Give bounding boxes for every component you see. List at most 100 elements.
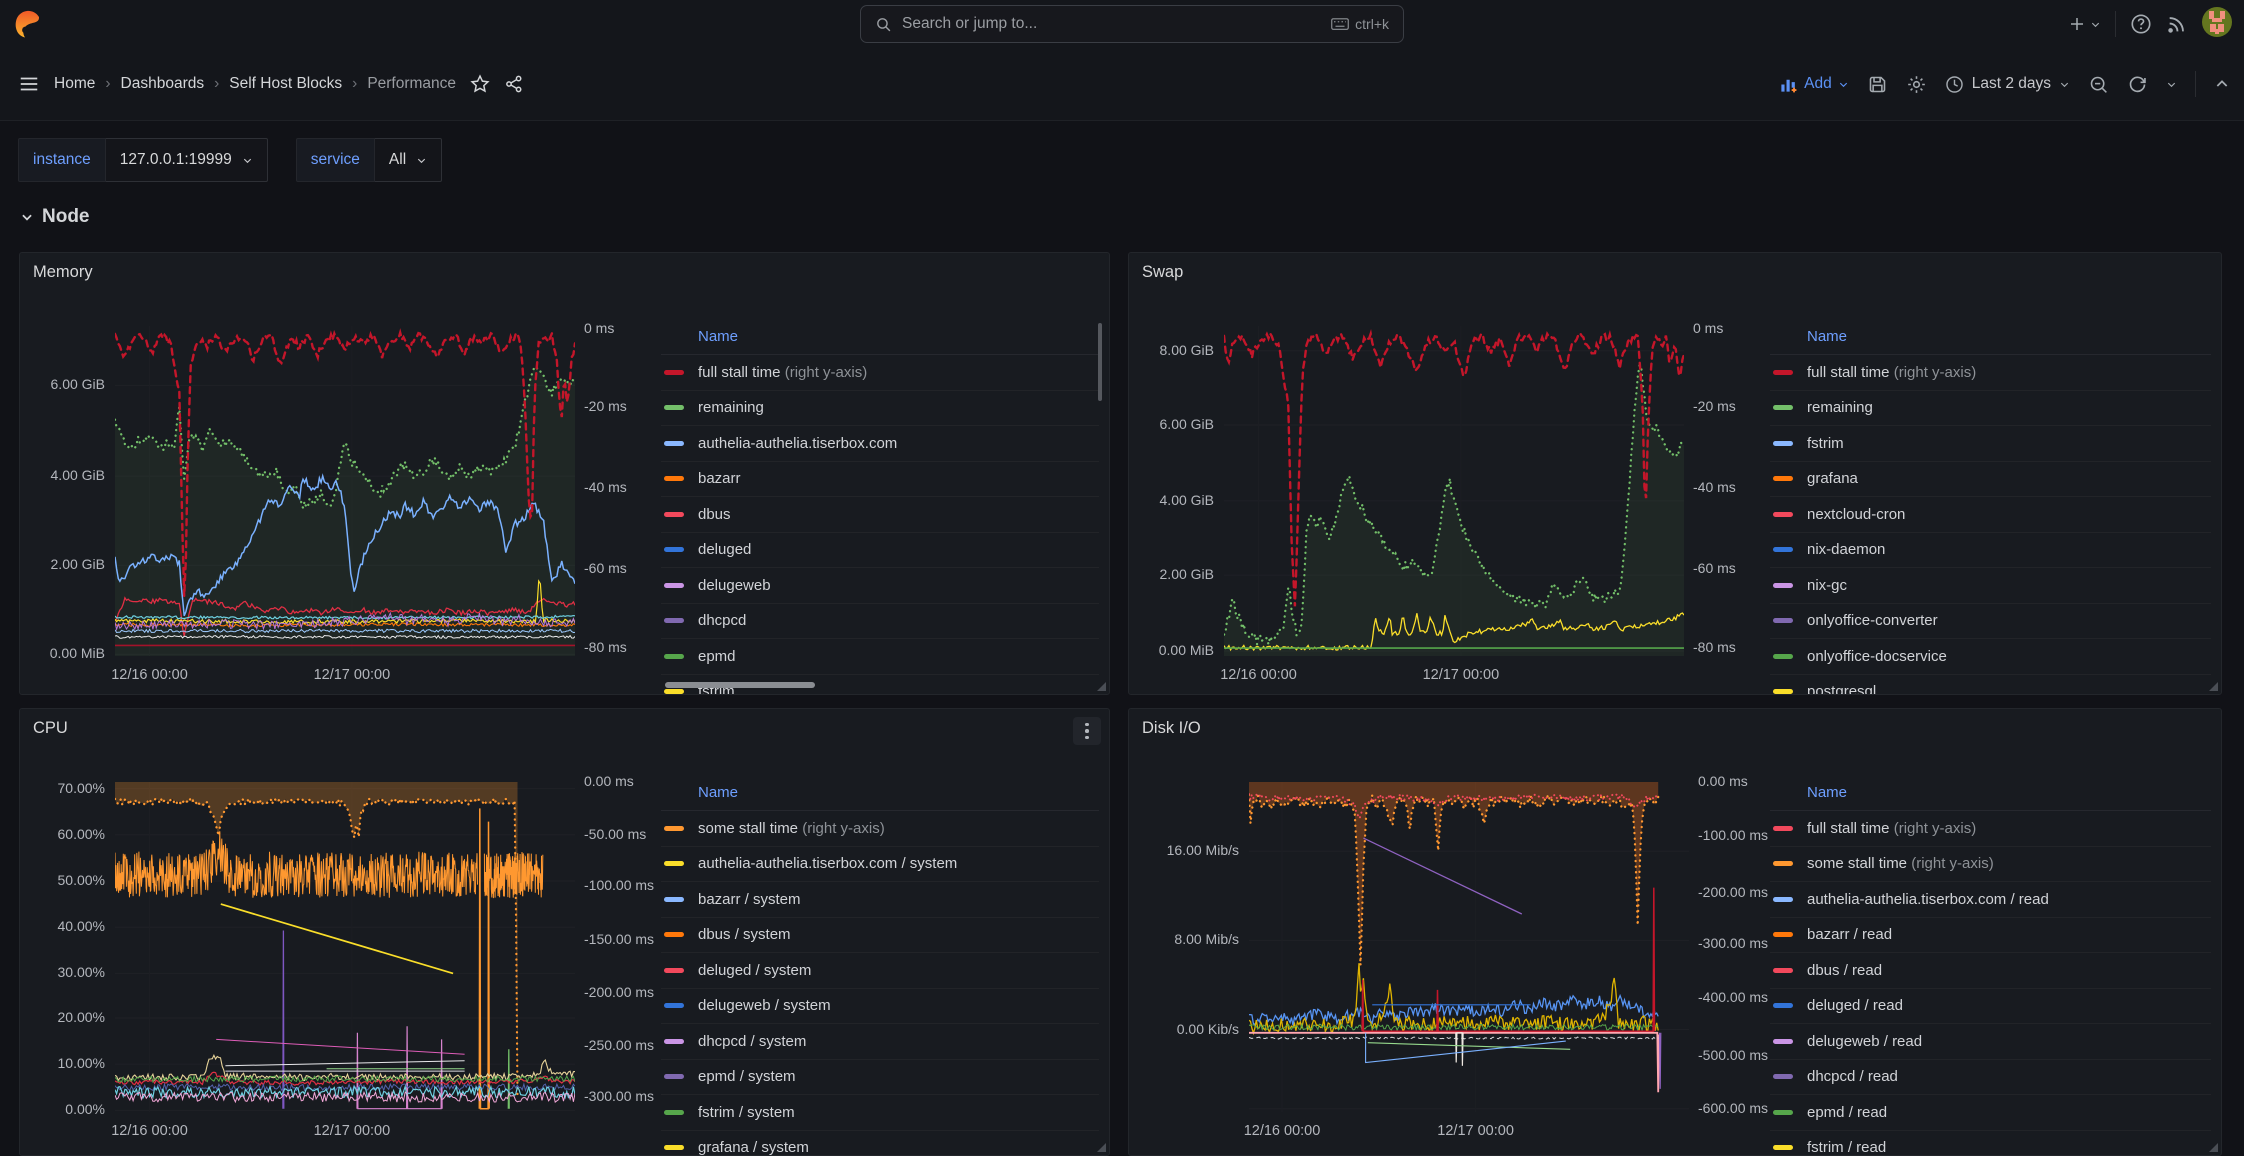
legend-swatch <box>664 1074 684 1079</box>
breadcrumb-home[interactable]: Home <box>54 75 95 93</box>
legend-item[interactable]: remaining <box>661 391 1099 427</box>
breadcrumb-separator: › <box>105 75 110 93</box>
legend-swatch <box>1773 861 1793 866</box>
legend-item[interactable]: deluged / system <box>661 953 1099 989</box>
legend-item[interactable]: postgresql <box>1770 675 2211 695</box>
y-axis-tick-right: -20 ms <box>584 398 627 414</box>
panel-resize-handle[interactable] <box>2209 682 2218 691</box>
y-axis-tick-left: 2.00 GiB <box>1129 566 1214 582</box>
panel-title[interactable]: Disk I/O <box>1142 719 1201 738</box>
legend-item[interactable]: dbus <box>661 497 1099 533</box>
collapse-toolbar-button[interactable] <box>2214 76 2230 92</box>
legend-scrollbar-horizontal[interactable] <box>665 682 815 688</box>
panel-resize-handle[interactable] <box>1097 682 1106 691</box>
legend-item[interactable]: nix-daemon <box>1770 533 2211 569</box>
legend-swatch <box>1773 405 1793 410</box>
legend-item[interactable]: fstrim / read <box>1770 1131 2211 1156</box>
legend-item[interactable]: bazarr <box>661 462 1099 498</box>
legend-item[interactable]: onlyoffice-docservice <box>1770 639 2211 675</box>
legend-label-suffix: (right y-axis) <box>798 820 885 837</box>
new-button[interactable] <box>2068 15 2101 33</box>
legend-item[interactable]: nix-gc <box>1770 568 2211 604</box>
legend-item[interactable]: dhcpcd <box>661 604 1099 640</box>
legend-item[interactable]: onlyoffice-converter <box>1770 604 2211 640</box>
y-axis-tick-left: 6.00 GiB <box>20 376 105 392</box>
legend-scrollbar-vertical[interactable] <box>1098 323 1102 401</box>
legend-item[interactable]: remaining <box>1770 391 2211 427</box>
legend-item[interactable]: full stall time (right y-axis) <box>1770 811 2211 847</box>
refresh-button[interactable] <box>2127 74 2148 95</box>
legend-item[interactable]: authelia-authelia.tiserbox.com / read <box>1770 882 2211 918</box>
add-button[interactable]: Add <box>1779 75 1849 94</box>
zoom-out-time-button[interactable] <box>2088 74 2109 95</box>
legend-item[interactable]: full stall time (right y-axis) <box>1770 355 2211 391</box>
legend-item[interactable]: fstrim / system <box>661 1095 1099 1131</box>
legend-label: authelia-authelia.tiserbox.com / system <box>698 855 957 872</box>
legend-item[interactable]: fstrim <box>1770 426 2211 462</box>
legend-item[interactable]: delugeweb <box>661 568 1099 604</box>
legend-item[interactable]: dbus / read <box>1770 953 2211 989</box>
chart-canvas[interactable] <box>1224 326 1684 656</box>
legend-label-suffix: (right y-axis) <box>1890 364 1977 381</box>
legend-item[interactable]: some stall time (right y-axis) <box>661 811 1099 847</box>
refresh-interval-dropdown[interactable] <box>2166 79 2177 90</box>
legend-item[interactable]: epmd / read <box>1770 1095 2211 1131</box>
divider <box>2115 11 2116 37</box>
legend-item[interactable]: grafana / system <box>661 1131 1099 1156</box>
variable-value-instance[interactable]: 127.0.0.1:19999 <box>106 138 268 182</box>
legend-item[interactable]: dhcpcd / system <box>661 1024 1099 1060</box>
legend-item[interactable]: epmd / system <box>661 1060 1099 1096</box>
legend-item[interactable]: delugeweb / read <box>1770 1024 2211 1060</box>
legend-item[interactable]: some stall time (right y-axis) <box>1770 847 2211 883</box>
panel-resize-handle[interactable] <box>2209 1143 2218 1152</box>
variable-value-service[interactable]: All <box>375 138 442 182</box>
legend-item[interactable]: deluged <box>661 533 1099 569</box>
legend-label: nix-daemon <box>1807 541 1885 558</box>
chart-canvas[interactable] <box>115 326 575 656</box>
help-button[interactable] <box>2130 13 2152 35</box>
dashboard-settings-button[interactable] <box>1906 74 1927 95</box>
avatar[interactable] <box>2202 7 2232 42</box>
kebab-dot-icon <box>1085 723 1089 727</box>
grafana-logo-icon[interactable] <box>12 9 42 39</box>
favorite-button[interactable] <box>470 74 490 94</box>
panel-resize-handle[interactable] <box>1097 1143 1106 1152</box>
legend-label: authelia-authelia.tiserbox.com / read <box>1807 891 2049 908</box>
legend-swatch <box>1773 826 1793 831</box>
chart-canvas[interactable] <box>1249 782 1689 1112</box>
legend-label: dbus / system <box>698 926 791 943</box>
save-dashboard-button[interactable] <box>1867 74 1888 95</box>
legend-swatch <box>664 405 684 410</box>
search-input[interactable]: Search or jump to... ctrl+k <box>860 5 1404 43</box>
legend-item[interactable]: deluged / read <box>1770 989 2211 1025</box>
panel-menu-button[interactable] <box>1073 717 1101 745</box>
time-range-picker[interactable]: Last 2 days <box>1945 75 2070 94</box>
legend-item[interactable]: dbus / system <box>661 918 1099 954</box>
breadcrumb-folder[interactable]: Self Host Blocks <box>229 75 342 93</box>
legend-item[interactable]: bazarr / read <box>1770 918 2211 954</box>
panel-title[interactable]: CPU <box>33 719 68 738</box>
legend-item[interactable]: bazarr / system <box>661 882 1099 918</box>
y-axis-tick-left: 8.00 GiB <box>1129 342 1214 358</box>
legend-item[interactable]: authelia-authelia.tiserbox.com <box>661 426 1099 462</box>
news-button[interactable] <box>2166 13 2188 35</box>
legend-item[interactable]: delugeweb / system <box>661 989 1099 1025</box>
legend-item[interactable]: dhcpcd / read <box>1770 1060 2211 1096</box>
legend-item[interactable]: epmd <box>661 639 1099 675</box>
legend-item[interactable]: grafana <box>1770 462 2211 498</box>
breadcrumb-dashboards[interactable]: Dashboards <box>121 75 205 93</box>
legend-item[interactable]: full stall time (right y-axis) <box>661 355 1099 391</box>
legend-item[interactable]: nextcloud-cron <box>1770 497 2211 533</box>
panel-title[interactable]: Swap <box>1142 263 1183 282</box>
share-button[interactable] <box>504 74 524 94</box>
chevron-down-icon <box>2059 79 2070 90</box>
legend-label: epmd / system <box>698 1068 796 1085</box>
legend-item[interactable]: authelia-authelia.tiserbox.com / system <box>661 847 1099 883</box>
breadcrumb: Home › Dashboards › Self Host Blocks › P… <box>54 75 456 93</box>
mega-menu-button[interactable] <box>18 73 40 95</box>
row-node[interactable]: Node <box>20 206 90 228</box>
chart-canvas[interactable] <box>115 782 575 1112</box>
y-axis-tick-right: -500.00 ms <box>1698 1047 1768 1063</box>
legend-label: fstrim <box>1807 435 1844 452</box>
panel-title[interactable]: Memory <box>33 263 93 282</box>
